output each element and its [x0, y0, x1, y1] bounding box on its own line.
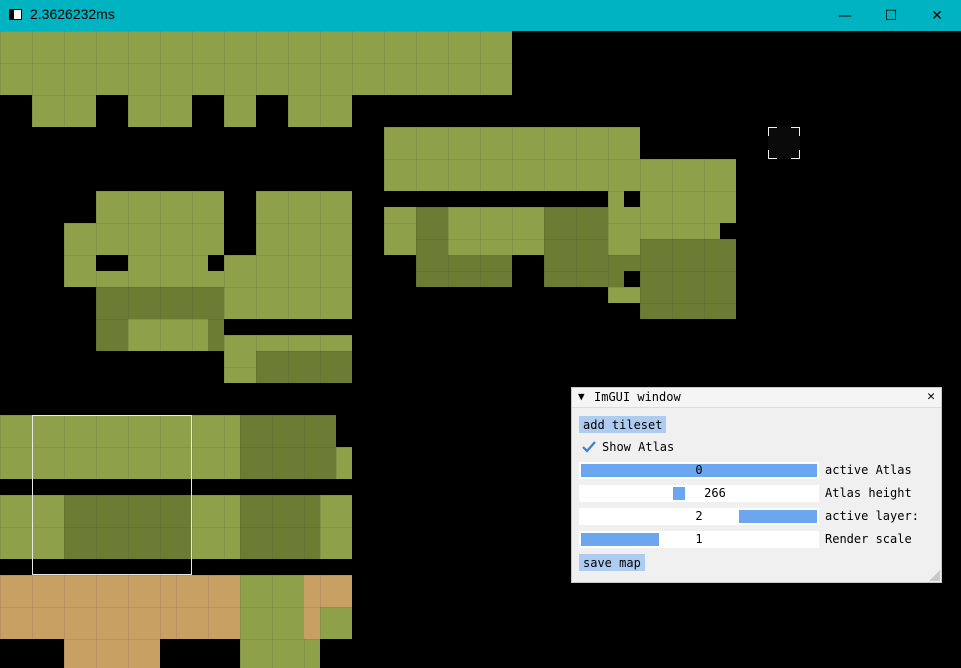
check-icon	[582, 441, 596, 453]
slider-value: 1	[695, 532, 703, 546]
map-tile[interactable]	[240, 575, 304, 639]
render-scale-label: Render scale	[825, 532, 912, 546]
map-tile[interactable]	[608, 287, 640, 303]
map-gap	[624, 271, 640, 287]
map-tile[interactable]	[96, 191, 224, 255]
map-gap	[224, 319, 256, 335]
map-tile[interactable]	[32, 95, 96, 127]
map-gap	[96, 255, 128, 271]
map-tile[interactable]	[320, 607, 352, 639]
map-tile[interactable]	[224, 95, 256, 127]
slider-value: 266	[704, 486, 726, 500]
add-tileset-button[interactable]: add tileset	[579, 416, 667, 433]
map-tile[interactable]	[176, 575, 240, 639]
map-gap	[336, 319, 352, 335]
app-window-icon	[9, 9, 22, 20]
map-gap	[320, 479, 352, 495]
map-tile[interactable]	[64, 223, 96, 287]
map-tile[interactable]	[544, 207, 608, 287]
show-atlas-checkbox[interactable]	[580, 438, 598, 456]
title-bar[interactable]: 2.3626232ms — ☐ ✕	[0, 0, 961, 31]
minimize-icon: —	[838, 7, 852, 24]
tile-selection-box	[32, 415, 192, 575]
map-tile[interactable]	[640, 223, 720, 239]
window-title: 2.3626232ms	[30, 6, 115, 22]
atlas-height-slider[interactable]: 266	[579, 485, 819, 502]
show-atlas-label: Show Atlas	[602, 440, 675, 454]
imgui-close-icon[interactable]: ✕	[927, 389, 935, 404]
map-tile[interactable]	[128, 95, 192, 127]
imgui-title: ImGUI window	[594, 390, 681, 404]
map-gap	[208, 255, 224, 271]
map-tile[interactable]	[288, 95, 352, 127]
active-atlas-slider[interactable]: 0	[579, 462, 819, 479]
imgui-window[interactable]: ▼ ImGUI window ✕ add tileset Show Atlas …	[571, 387, 942, 583]
map-tile[interactable]	[240, 639, 320, 668]
save-map-button[interactable]: save map	[579, 554, 645, 571]
maximize-icon: ☐	[884, 7, 898, 24]
map-tile[interactable]	[128, 319, 208, 351]
map-gap	[384, 191, 416, 207]
slider-value: 2	[695, 509, 703, 523]
map-tile[interactable]	[640, 159, 736, 223]
map-gap	[624, 191, 640, 207]
cursor-reticle-icon	[768, 127, 800, 159]
map-tile[interactable]	[256, 191, 352, 287]
map-tile[interactable]	[0, 575, 64, 623]
map-tile[interactable]	[256, 287, 352, 319]
close-button[interactable]: ✕	[914, 0, 960, 31]
resize-grip-icon[interactable]	[929, 570, 940, 581]
active-layer-label: active layer:	[825, 509, 919, 523]
map-gap	[0, 559, 32, 575]
map-tile[interactable]	[384, 127, 640, 191]
map-tile[interactable]	[240, 495, 320, 559]
map-tile[interactable]	[240, 415, 336, 479]
map-tile[interactable]	[448, 207, 544, 255]
map-gap	[720, 223, 736, 239]
maximize-button[interactable]: ☐	[868, 0, 914, 31]
active-layer-slider[interactable]: 2	[579, 508, 819, 525]
close-icon: ✕	[931, 7, 943, 24]
map-tile[interactable]	[0, 31, 512, 95]
map-tile[interactable]	[256, 351, 352, 383]
minimize-button[interactable]: —	[822, 0, 868, 31]
active-atlas-label: active Atlas	[825, 463, 912, 477]
map-tile[interactable]	[336, 447, 352, 479]
slider-value: 0	[695, 463, 703, 477]
map-tile[interactable]	[224, 255, 256, 319]
imgui-title-bar[interactable]: ▼ ImGUI window ✕	[572, 388, 941, 408]
map-tile[interactable]	[640, 239, 736, 319]
map-tile[interactable]	[64, 639, 160, 668]
map-gap	[496, 191, 544, 207]
collapse-arrow-icon[interactable]: ▼	[578, 390, 585, 403]
atlas-height-label: Atlas height	[825, 486, 912, 500]
map-gap	[336, 559, 352, 575]
render-scale-slider[interactable]: 1	[579, 531, 819, 548]
